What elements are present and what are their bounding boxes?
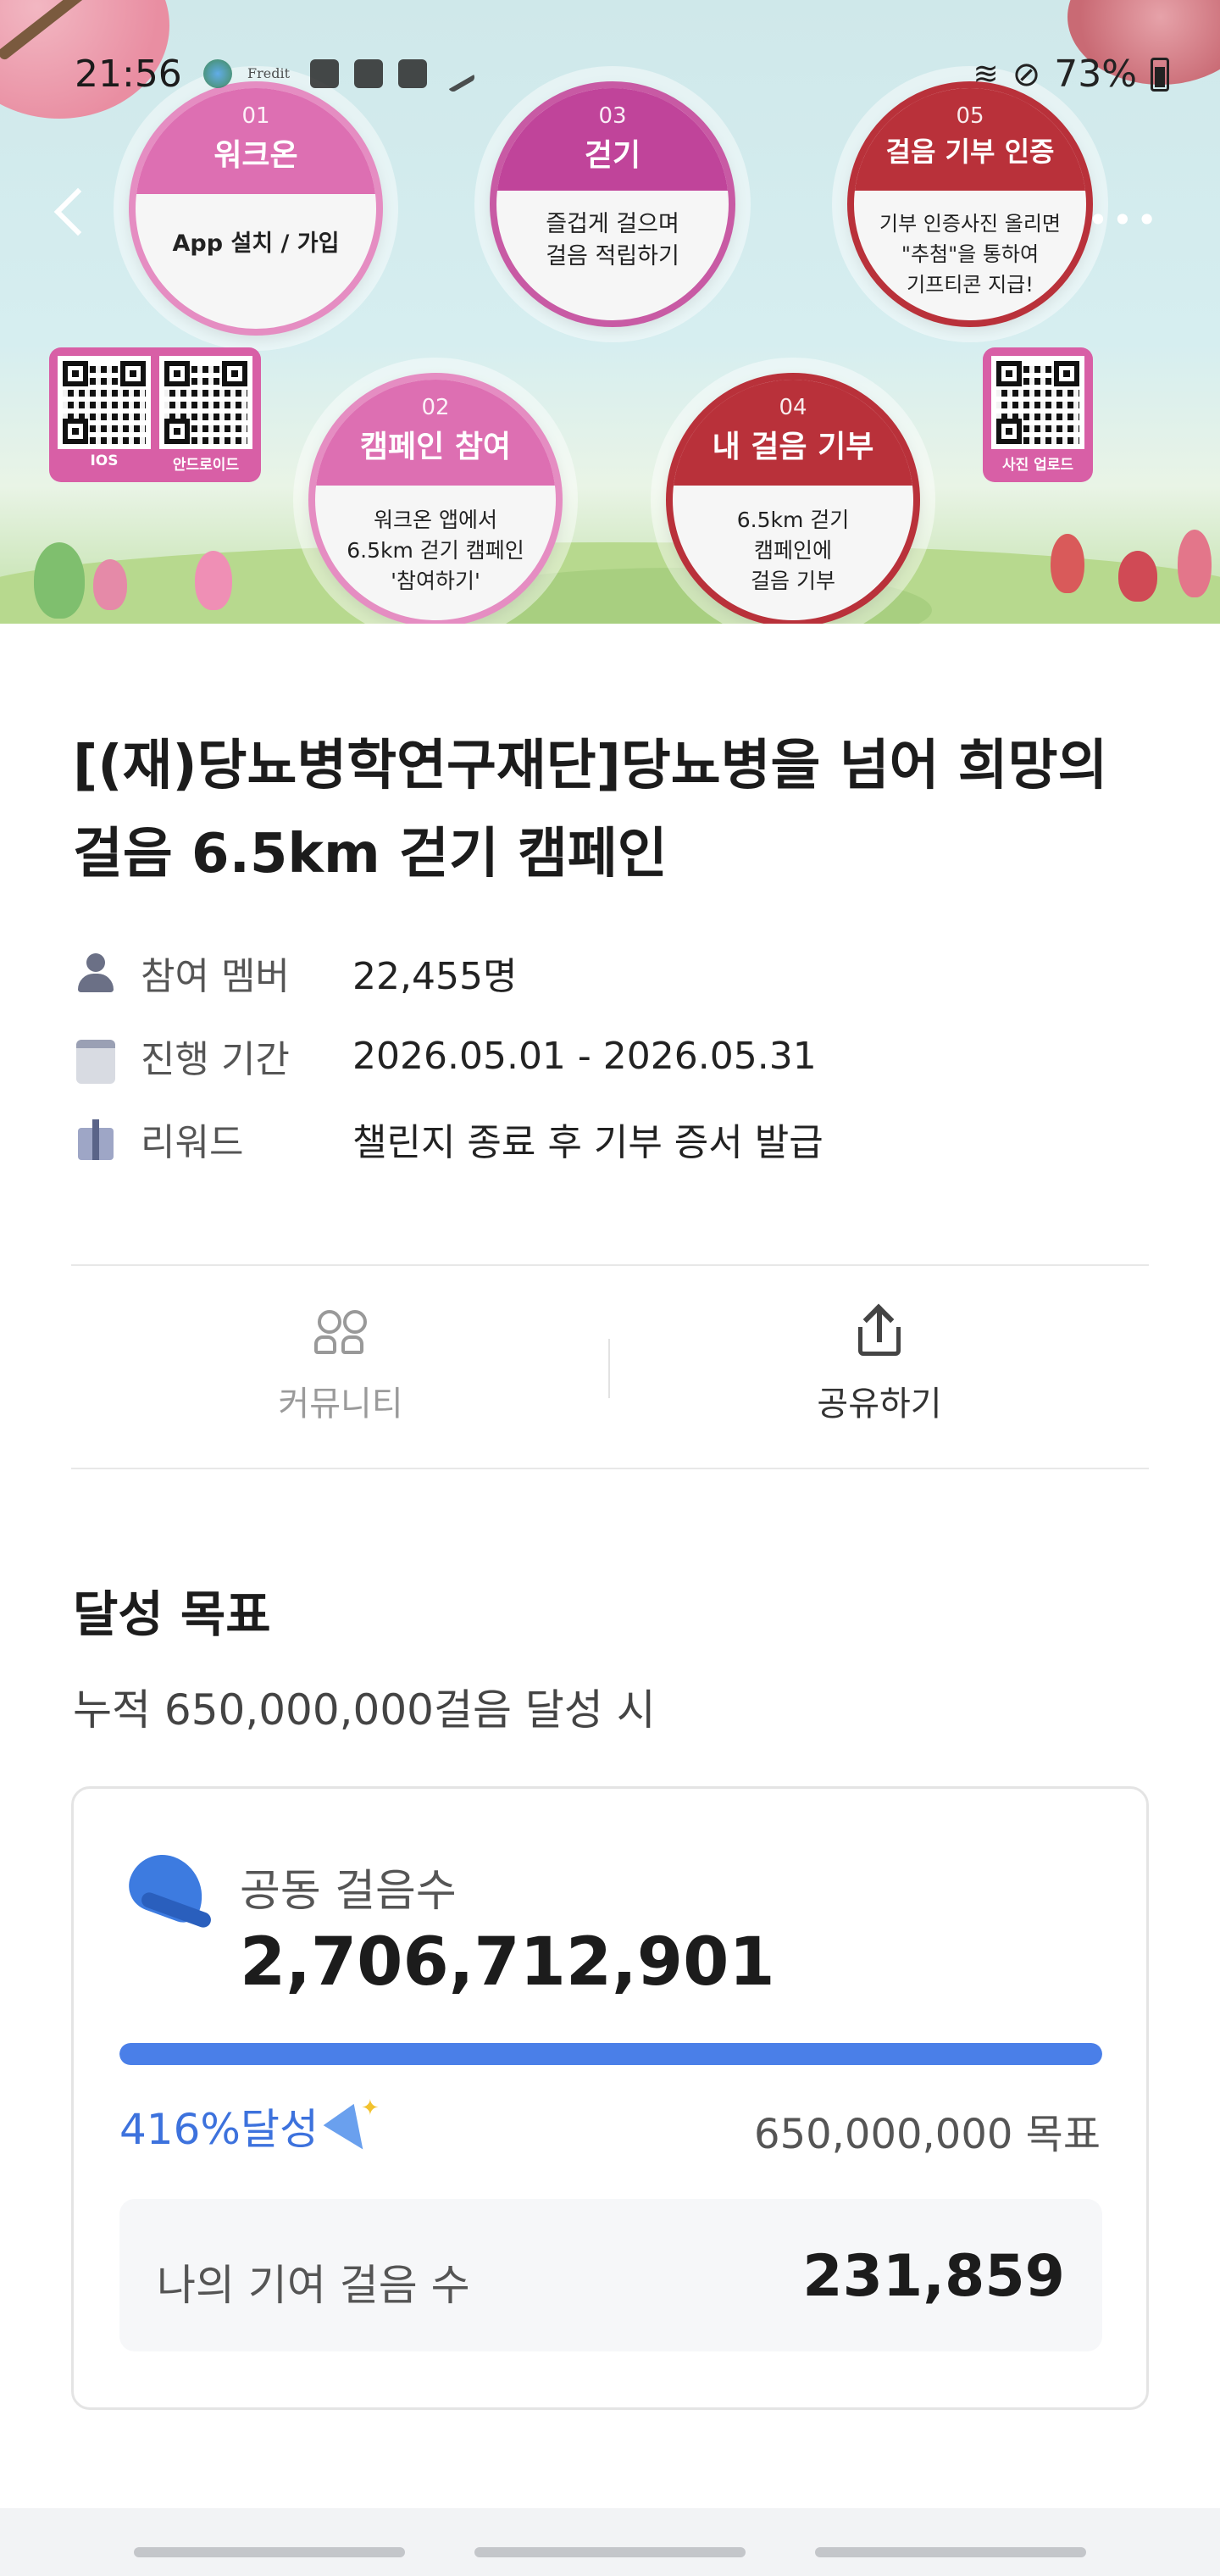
- system-icons: ≋ ⊘ 73%: [973, 53, 1169, 96]
- goal-section-title: 달성 목표: [73, 1585, 271, 1643]
- progress-bar-fill: [119, 2043, 1102, 2065]
- notification-icons: Fredit: [203, 53, 477, 94]
- calendar-icon: [73, 1033, 119, 1084]
- step-title: 걸음 기부 인증: [885, 136, 1055, 168]
- tree-decoration: [195, 551, 232, 610]
- tree-decoration: [93, 559, 127, 610]
- qr-label-ios: IOS: [90, 452, 119, 469]
- step-05-circle: 05 걸음 기부 인증 기부 인증사진 올리면 "추첨"을 통하여 기프티콘 지…: [847, 81, 1093, 327]
- share-icon: [850, 1303, 909, 1364]
- step-number: 05: [956, 103, 984, 129]
- step-description: App 설치 / 가입: [172, 230, 340, 257]
- tab-indicator[interactable]: [134, 2547, 405, 2557]
- back-arrow-icon[interactable]: [53, 187, 103, 236]
- info-row-members: 참여 멤버 22,455명: [73, 947, 1157, 998]
- qr-label-photo: 사진 업로드: [1001, 457, 1074, 474]
- photo-upload-qr-code: [991, 356, 1084, 449]
- battery-percent: 73%: [1054, 53, 1137, 96]
- status-time: 21:56: [75, 53, 182, 96]
- step-title: 캠페인 참여: [359, 430, 512, 464]
- share-button[interactable]: 공유하기: [610, 1303, 1149, 1449]
- w-app-icon: [398, 59, 427, 88]
- fredit-icon: Fredit: [247, 65, 291, 81]
- my-steps-value: 231,859: [802, 2243, 1065, 2310]
- step-description: 워크온 앱에서 6.5km 걷기 캠페인 '참여하기': [347, 507, 524, 593]
- my-steps-label: 나의 기여 걸음 수: [157, 2261, 470, 2310]
- android-qr-code: [159, 356, 252, 449]
- step-description: 즐겁게 걸으며 걸음 적립하기: [546, 211, 679, 270]
- ios-qr-code: [58, 356, 151, 449]
- goal-description: 누적 650,000,000걸음 달성 시: [73, 1685, 656, 1735]
- tree-decoration: [1118, 551, 1157, 602]
- step-number: 03: [598, 103, 627, 129]
- step-title: 워크온: [214, 138, 298, 173]
- lock-icon: [310, 59, 339, 88]
- tree-decoration: [1051, 534, 1084, 593]
- progress-bar: [119, 2043, 1102, 2065]
- app-download-qr-box: IOS 안드로이드: [49, 347, 261, 482]
- divider: [71, 1264, 1149, 1266]
- info-row-period: 진행 기간 2026.05.01 - 2026.05.31: [73, 1030, 1157, 1084]
- info-row-reward: 리워드 챌린지 종료 후 기부 증서 발급: [73, 1113, 1157, 1164]
- goal-target: 650,000,000 목표: [754, 2111, 1101, 2158]
- community-button[interactable]: 커뮤니티: [71, 1305, 610, 1449]
- status-bar: 21:56 Fredit ≋ ⊘ 73%: [0, 0, 1220, 96]
- tree-decoration: [34, 542, 85, 619]
- share-label: 공유하기: [817, 1385, 942, 1424]
- party-popper-icon: [327, 2096, 381, 2153]
- do-not-disturb-icon: ⊘: [1012, 54, 1041, 94]
- period-label: 진행 기간: [141, 1038, 290, 1081]
- step-number: 01: [241, 103, 270, 129]
- community-label: 커뮤니티: [278, 1385, 403, 1424]
- members-label: 참여 멤버: [141, 955, 290, 998]
- achievement-rate: 416%달성: [119, 2096, 381, 2157]
- step-04-circle: 04 내 걸음 기부 6.5km 걷기 캠페인에 걸음 기부: [666, 373, 920, 624]
- sneaker-icon: [121, 1845, 214, 1930]
- achievement-text: 416%달성: [119, 2105, 319, 2154]
- step-number: 04: [779, 395, 807, 420]
- step-title: 내 걸음 기부: [712, 430, 874, 464]
- reward-label: 리워드: [141, 1121, 244, 1164]
- campaign-banner-image: 01 워크온 App 설치 / 가입 03 걷기 즐겁게 걸으며 걸음 적립하기…: [0, 0, 1220, 624]
- total-steps-value: 2,706,712,901: [240, 1924, 775, 2001]
- members-value: 22,455명: [352, 955, 518, 998]
- step-title: 걷기: [584, 138, 641, 173]
- battery-icon: [1151, 57, 1169, 92]
- step-description: 기부 인증사진 올리면 "추첨"을 통하여 기프티콘 지급!: [879, 212, 1061, 297]
- step-01-circle: 01 워크온 App 설치 / 가입: [129, 81, 383, 336]
- globe-icon: [203, 59, 232, 88]
- bottom-tab-area: [0, 2508, 1220, 2576]
- more-options-icon[interactable]: •••: [1088, 203, 1161, 238]
- tab-indicator[interactable]: [815, 2547, 1086, 2557]
- total-steps-label: 공동 걸음수: [240, 1866, 457, 1917]
- gallery-icon: [354, 59, 383, 88]
- wifi-icon: ≋: [973, 57, 999, 92]
- reward-value: 챌린지 종료 후 기부 증서 발급: [352, 1121, 824, 1164]
- campaign-title: [(재)당뇨병학연구재단]당뇨병을 넘어 희망의 걸음 6.5km 걷기 캠페인: [73, 735, 1108, 886]
- shoe-app-icon: [436, 53, 477, 94]
- tab-indicator[interactable]: [474, 2547, 746, 2557]
- community-icon: [311, 1305, 370, 1364]
- tree-decoration: [1178, 530, 1212, 597]
- period-value: 2026.05.01 - 2026.05.31: [352, 1034, 817, 1078]
- step-number: 02: [421, 395, 450, 420]
- qr-label-android: 안드로이드: [172, 457, 240, 474]
- step-03-circle: 03 걷기 즐겁게 걸으며 걸음 적립하기: [490, 81, 735, 327]
- photo-upload-qr-box: 사진 업로드: [983, 347, 1093, 482]
- divider: [71, 1468, 1149, 1469]
- step-description: 6.5km 걷기 캠페인에 걸음 기부: [736, 507, 850, 593]
- step-progress-card: 공동 걸음수 2,706,712,901 416%달성 650,000,000 …: [71, 1786, 1149, 2410]
- my-contribution-box: 나의 기여 걸음 수 231,859: [119, 2199, 1102, 2351]
- gift-icon: [73, 1116, 119, 1162]
- step-02-circle: 02 캠페인 참여 워크온 앱에서 6.5km 걷기 캠페인 '참여하기': [308, 373, 563, 624]
- person-icon: [73, 950, 119, 996]
